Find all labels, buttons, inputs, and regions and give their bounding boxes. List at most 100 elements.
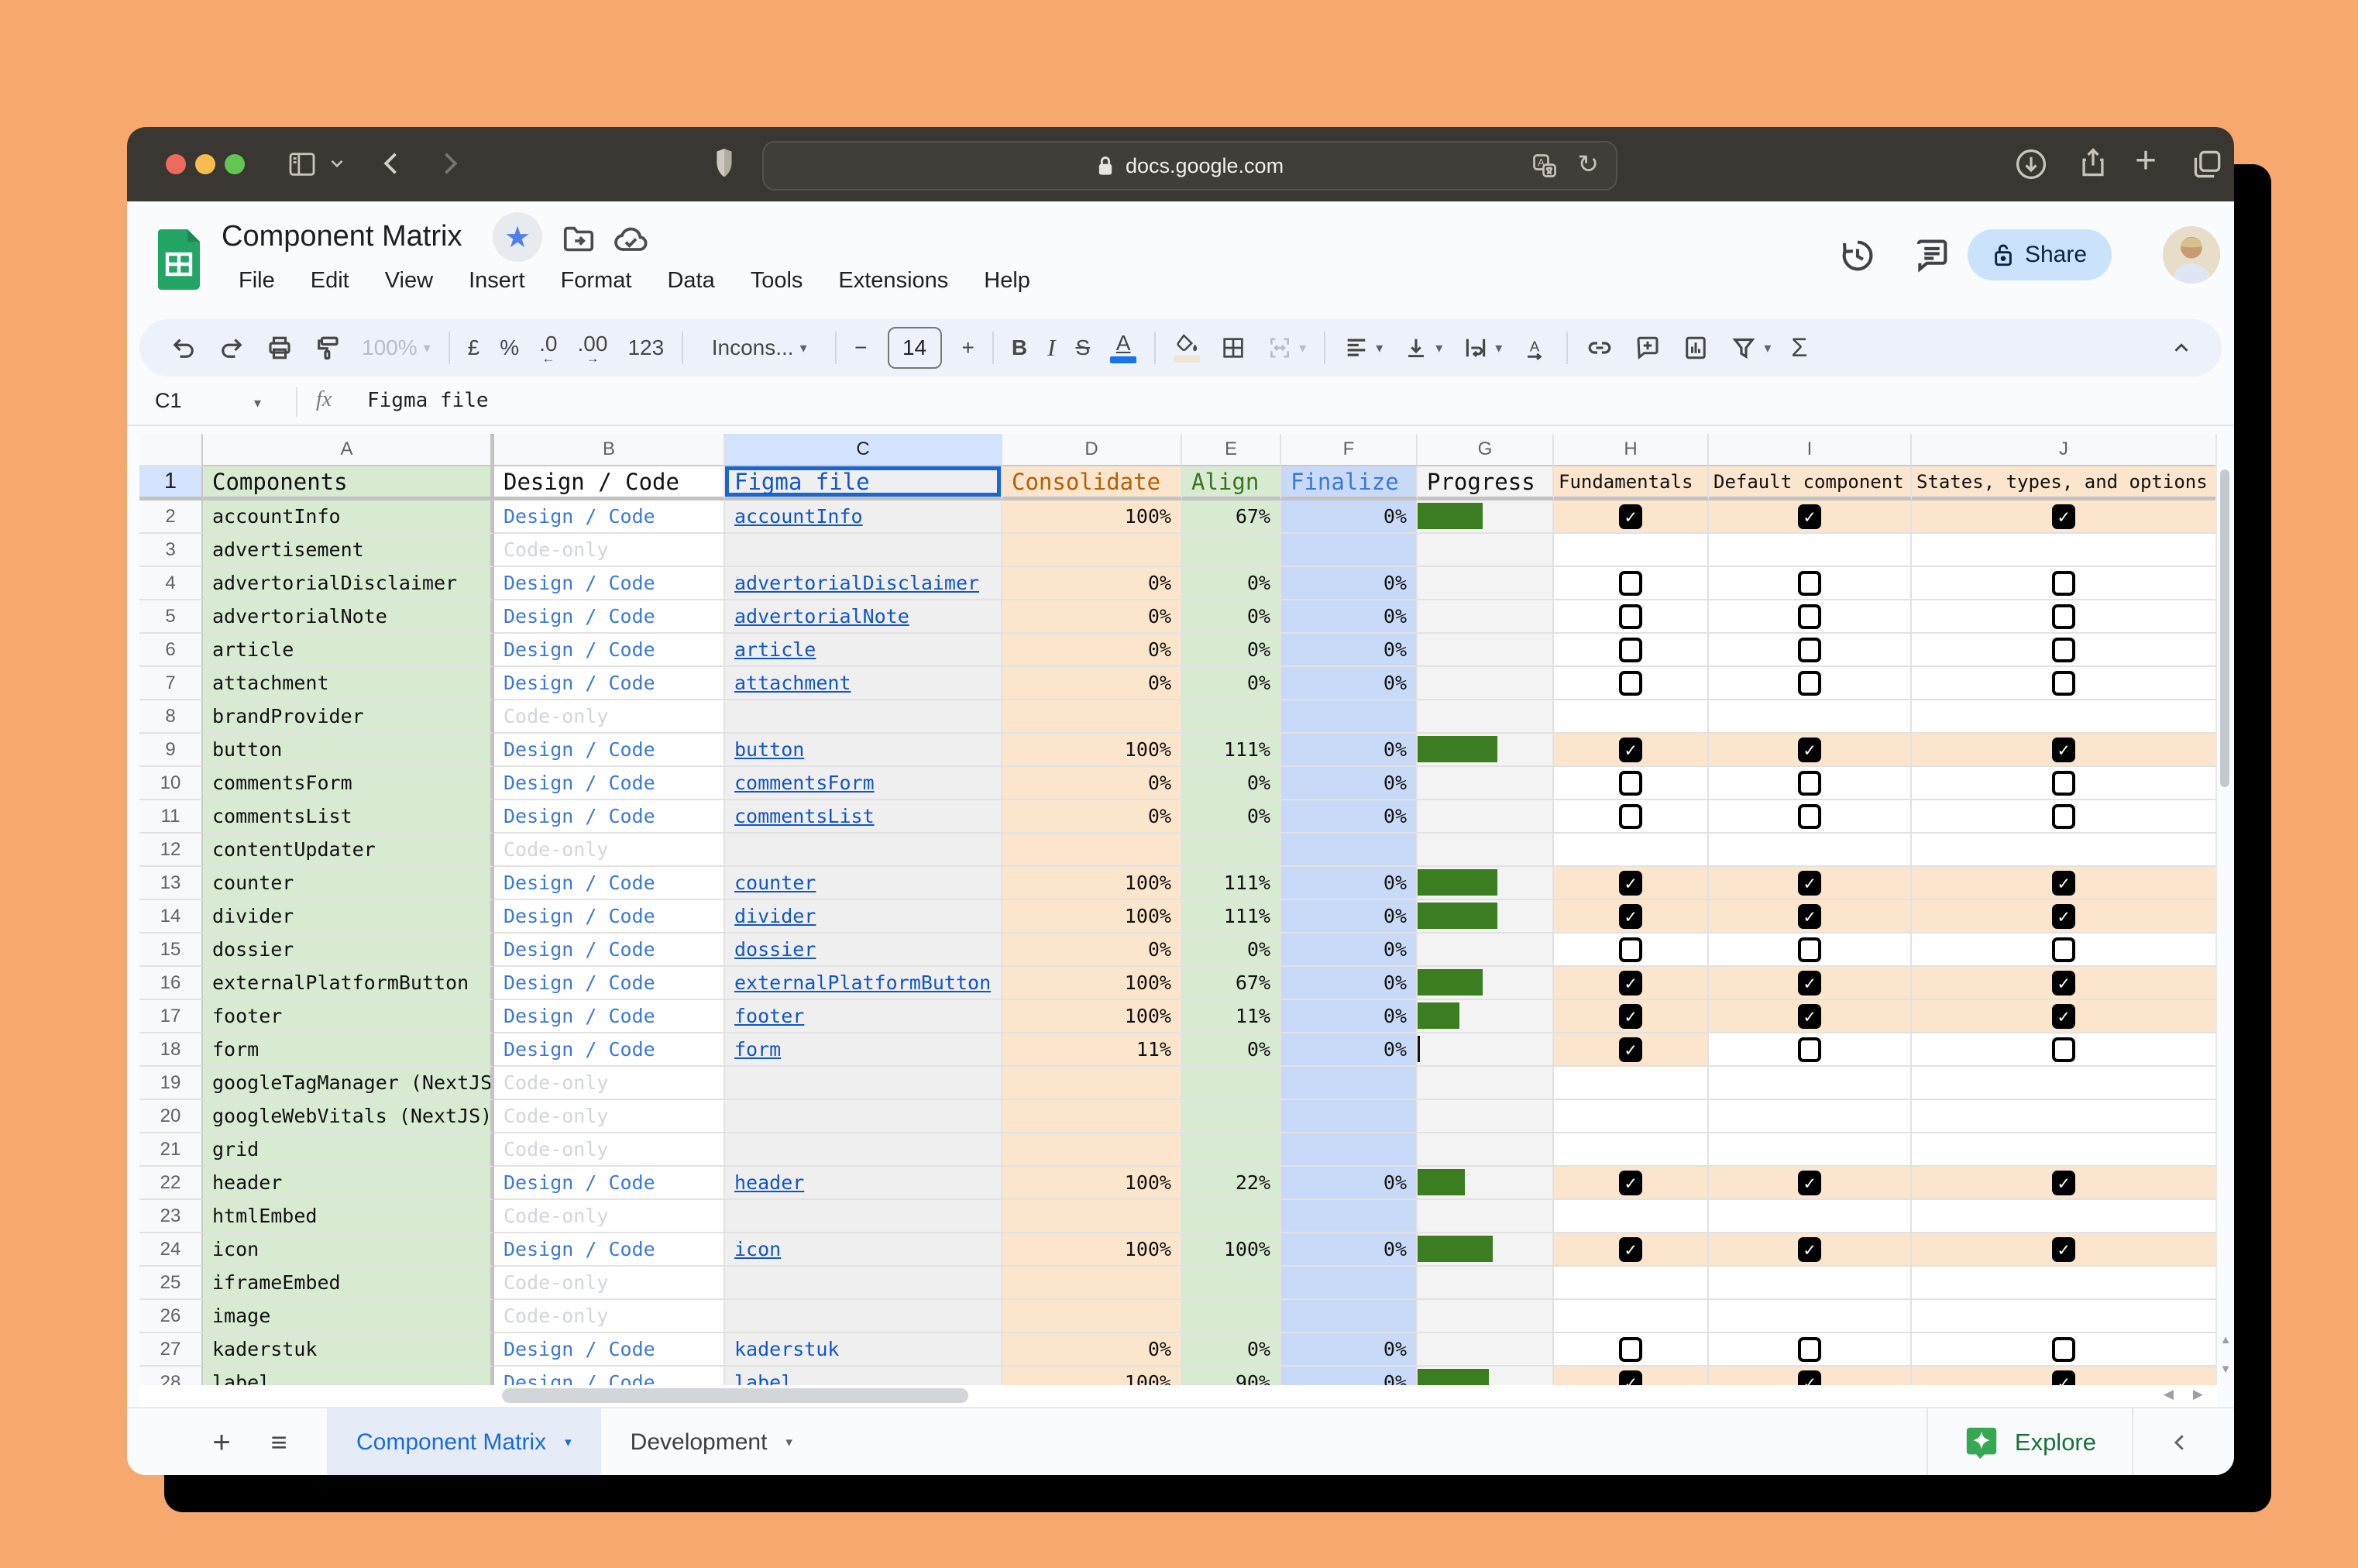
cell-H24[interactable]: ✓ <box>1554 1233 1709 1267</box>
cell-F4[interactable]: 0% <box>1281 567 1418 600</box>
cell-E15[interactable]: 0% <box>1182 934 1281 967</box>
cell-G9[interactable] <box>1418 734 1554 767</box>
cell-A20[interactable]: googleWebVitals (NextJS) <box>203 1100 494 1133</box>
figma-link-article[interactable]: article <box>734 638 816 661</box>
checkbox-checked[interactable]: ✓ <box>2052 1004 2075 1029</box>
cell-H20[interactable] <box>1554 1100 1709 1133</box>
scroll-right-arrow[interactable]: ▶ <box>2193 1387 2203 1402</box>
cell-H4[interactable] <box>1554 567 1709 600</box>
checkbox-unchecked[interactable] <box>1619 1337 1642 1362</box>
cell-B7[interactable]: Design / Code <box>494 667 725 700</box>
cell-G20[interactable] <box>1418 1100 1554 1133</box>
functions-button[interactable]: Σ <box>1781 326 1817 370</box>
column-header-B[interactable]: B <box>494 434 725 466</box>
increase-font-size-button[interactable]: + <box>952 326 985 370</box>
cell-A13[interactable]: counter <box>203 867 494 900</box>
column-header-H[interactable]: H <box>1554 434 1709 466</box>
cell-E13[interactable]: 111% <box>1182 867 1281 900</box>
cell-J22[interactable]: ✓ <box>1912 1167 2217 1200</box>
figma-link-label[interactable]: label <box>734 1371 792 1387</box>
cell-F14[interactable]: 0% <box>1281 900 1418 934</box>
row-header-9[interactable]: 9 <box>139 734 203 767</box>
cell-F25[interactable] <box>1281 1267 1418 1300</box>
tab-development[interactable]: Development▾ <box>601 1408 822 1475</box>
cell-F1[interactable]: Finalize <box>1281 466 1418 500</box>
cell-G3[interactable] <box>1418 534 1554 567</box>
cell-E14[interactable]: 111% <box>1182 900 1281 934</box>
checkbox-checked[interactable]: ✓ <box>2052 971 2075 995</box>
cell-J17[interactable]: ✓ <box>1912 1000 2217 1033</box>
cell-J27[interactable] <box>1912 1333 2217 1367</box>
cell-B26[interactable]: Code-only <box>494 1300 725 1333</box>
figma-link-header[interactable]: header <box>734 1171 804 1194</box>
checkbox-checked[interactable]: ✓ <box>1619 738 1642 762</box>
cell-G21[interactable] <box>1418 1133 1554 1167</box>
checkbox-unchecked[interactable] <box>2052 638 2075 662</box>
cell-H6[interactable] <box>1554 634 1709 667</box>
cell-G7[interactable] <box>1418 667 1554 700</box>
cell-F24[interactable]: 0% <box>1281 1233 1418 1267</box>
cell-F19[interactable] <box>1281 1067 1418 1100</box>
horizontal-scrollbar[interactable]: ◀ ▶ <box>139 1385 2217 1407</box>
cell-D15[interactable]: 0% <box>1002 934 1182 967</box>
checkbox-unchecked[interactable] <box>1798 937 1821 962</box>
cell-E4[interactable]: 0% <box>1182 567 1281 600</box>
cell-J1[interactable]: States, types, and options <box>1912 466 2217 500</box>
cell-B5[interactable]: Design / Code <box>494 600 725 634</box>
cell-G17[interactable] <box>1418 1000 1554 1033</box>
checkbox-unchecked[interactable] <box>1798 638 1821 662</box>
checkbox-checked[interactable]: ✓ <box>2052 1237 2075 1262</box>
checkbox-checked[interactable]: ✓ <box>1798 871 1821 896</box>
cell-E9[interactable]: 111% <box>1182 734 1281 767</box>
cell-E2[interactable]: 67% <box>1182 500 1281 534</box>
cell-D4[interactable]: 0% <box>1002 567 1182 600</box>
cell-H14[interactable]: ✓ <box>1554 900 1709 934</box>
row-header-22[interactable]: 22 <box>139 1167 203 1200</box>
cell-B1[interactable]: Design / Code <box>494 466 725 500</box>
sidebar-icon[interactable] <box>287 149 318 180</box>
figma-link-form[interactable]: form <box>734 1038 781 1061</box>
collapse-toolbar-button[interactable] <box>2160 326 2203 370</box>
menu-edit[interactable]: Edit <box>311 268 349 294</box>
cell-G1[interactable]: Progress <box>1418 466 1554 500</box>
vertical-align-button[interactable]: ▾ <box>1393 326 1452 370</box>
cell-A10[interactable]: commentsForm <box>203 767 494 800</box>
checkbox-unchecked[interactable] <box>2052 571 2075 596</box>
figma-link-advertorialDisclaimer[interactable]: advertorialDisclaimer <box>734 572 979 594</box>
cell-D1[interactable]: Consolidate <box>1002 466 1182 500</box>
checkbox-checked[interactable]: ✓ <box>2052 738 2075 762</box>
cell-D25[interactable] <box>1002 1267 1182 1300</box>
cell-G5[interactable] <box>1418 600 1554 634</box>
add-sheet-button[interactable]: + <box>205 1425 239 1460</box>
cell-A22[interactable]: header <box>203 1167 494 1200</box>
checkbox-unchecked[interactable] <box>1619 671 1642 696</box>
cell-F22[interactable]: 0% <box>1281 1167 1418 1200</box>
cell-C28[interactable]: label <box>725 1367 1002 1387</box>
row-header-21[interactable]: 21 <box>139 1133 203 1167</box>
column-header-I[interactable]: I <box>1709 434 1912 466</box>
version-history-icon[interactable] <box>1837 236 1878 276</box>
menu-insert[interactable]: Insert <box>469 268 525 294</box>
cell-H10[interactable] <box>1554 767 1709 800</box>
cell-F21[interactable] <box>1281 1133 1418 1167</box>
cell-J15[interactable] <box>1912 934 2217 967</box>
zoom-select[interactable]: 100%▾ <box>352 326 441 370</box>
cell-F6[interactable]: 0% <box>1281 634 1418 667</box>
decrease-decimal-button[interactable]: .0← <box>529 326 567 370</box>
row-header-7[interactable]: 7 <box>139 667 203 700</box>
cell-E19[interactable] <box>1182 1067 1281 1100</box>
column-header-E[interactable]: E <box>1182 434 1281 466</box>
cell-G12[interactable] <box>1418 834 1554 867</box>
cell-H2[interactable]: ✓ <box>1554 500 1709 534</box>
cell-I16[interactable]: ✓ <box>1709 967 1912 1000</box>
cell-D12[interactable] <box>1002 834 1182 867</box>
cell-H5[interactable] <box>1554 600 1709 634</box>
cell-H15[interactable] <box>1554 934 1709 967</box>
cell-B22[interactable]: Design / Code <box>494 1167 725 1200</box>
cell-C20[interactable] <box>725 1100 1002 1133</box>
cell-A12[interactable]: contentUpdater <box>203 834 494 867</box>
checkbox-unchecked[interactable] <box>1619 937 1642 962</box>
cell-D27[interactable]: 0% <box>1002 1333 1182 1367</box>
cell-E1[interactable]: Align <box>1182 466 1281 500</box>
cell-D26[interactable] <box>1002 1300 1182 1333</box>
